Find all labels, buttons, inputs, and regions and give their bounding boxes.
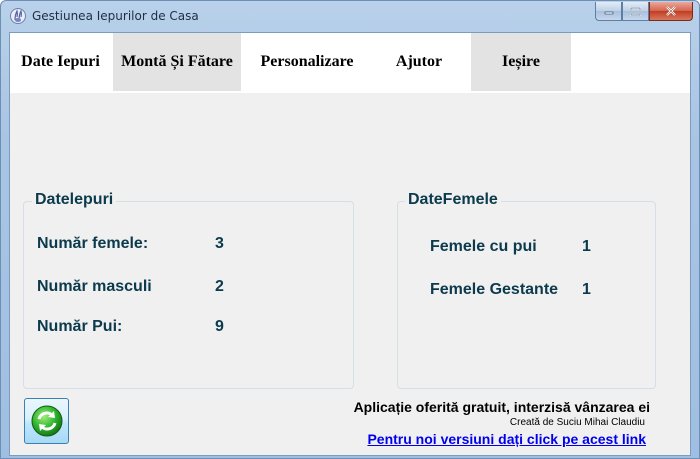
close-button[interactable] (649, 2, 693, 21)
client-area: Date Iepuri Montă Și Fătare Personalizar… (9, 32, 691, 456)
credit-text: Creată de Suciu Mihai Claudiu (509, 417, 645, 428)
menu-date-iepuri[interactable]: Date Iepuri (10, 33, 111, 91)
new-versions-link[interactable]: Pentru noi versiuni dați click pe acest … (367, 431, 646, 447)
minimize-button[interactable] (595, 2, 622, 21)
group-date-femele: DateFemele Femele cu pui 1 Femele Gestan… (397, 191, 656, 389)
menu-personalizare[interactable]: Personalizare (243, 33, 371, 91)
window-controls (595, 2, 693, 22)
menu-bar: Date Iepuri Montă Și Fătare Personalizar… (10, 33, 690, 93)
value-femele-cu-pui: 1 (582, 238, 591, 255)
label-femele-cu-pui: Femele cu pui (430, 238, 537, 255)
label-numar-femele: Număr femele: (37, 235, 149, 252)
group-date-iepuri: Datelepuri Număr femele: 3 Număr masculi… (23, 191, 354, 389)
promo-text: Aplicație oferită gratuit, interzisă vân… (353, 399, 650, 415)
maximize-button[interactable] (622, 2, 649, 21)
label-numar-masculi: Număr masculi (37, 278, 152, 295)
group-title-date-femele: DateFemele (405, 191, 501, 209)
label-numar-pui: Număr Pui: (37, 318, 123, 335)
menu-iesire[interactable]: Ieșire (471, 33, 571, 91)
value-numar-masculi: 2 (215, 278, 224, 295)
app-window: Gestiunea Iepurilor de Casa Date Iepuri … (0, 0, 700, 459)
minimize-icon (604, 11, 613, 15)
menu-monta-fatare[interactable]: Montă Și Fătare (113, 33, 241, 91)
label-femele-gestante: Femele Gestante (430, 281, 559, 298)
window-title: Gestiunea Iepurilor de Casa (32, 9, 199, 23)
value-numar-pui: 9 (215, 318, 224, 335)
refresh-icon (31, 405, 62, 437)
menu-ajutor[interactable]: Ajutor (373, 33, 465, 91)
value-femele-gestante: 1 (582, 281, 591, 298)
group-title-date-iepuri: Datelepuri (32, 191, 117, 209)
refresh-button[interactable] (24, 398, 69, 444)
close-icon (666, 6, 676, 16)
rabbit-app-icon (10, 8, 26, 24)
maximize-icon (630, 6, 641, 16)
value-numar-femele: 3 (215, 235, 224, 252)
title-bar[interactable]: Gestiunea Iepurilor de Casa (1, 1, 699, 31)
